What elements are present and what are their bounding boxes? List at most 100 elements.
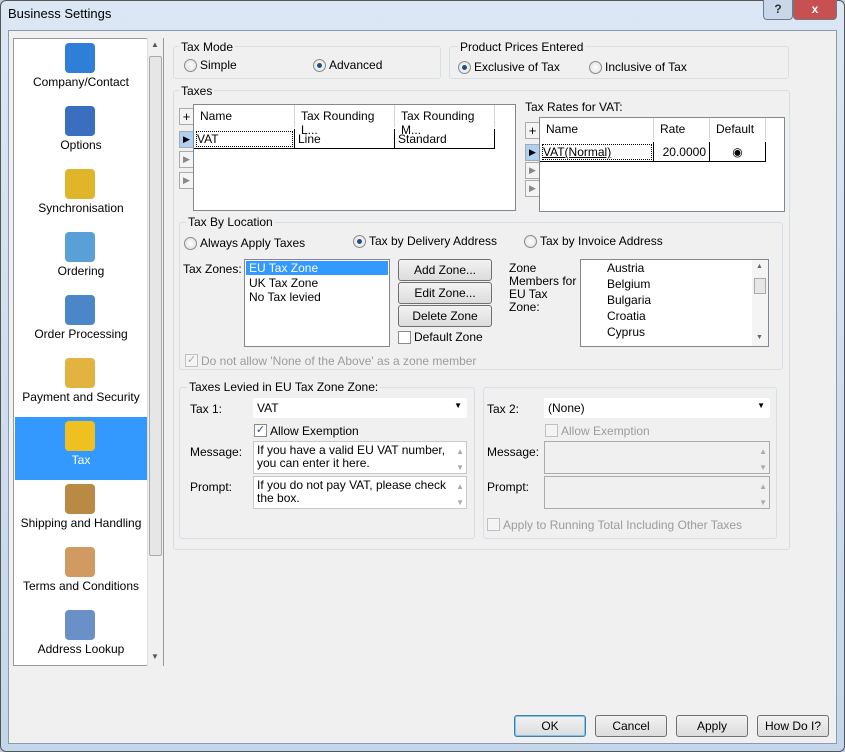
sidebar-item-label: Synchronisation	[38, 201, 124, 215]
allow-exemption2-checkbox[interactable]	[545, 424, 558, 437]
zone-item[interactable]: UK Tax Zone	[245, 276, 389, 290]
rate-name-cell[interactable]: VAT(Normal)	[540, 142, 654, 162]
add-rate-button[interactable]: +	[525, 122, 540, 139]
sidebar-item-ordering[interactable]: Ordering	[15, 228, 147, 291]
last-row-icon[interactable]: ▶	[179, 172, 194, 189]
tax-rounding-method-cell[interactable]: Standard	[395, 129, 495, 149]
scroll-thumb[interactable]	[149, 56, 162, 556]
cancel-button[interactable]: Cancel	[595, 715, 667, 737]
message2-textarea[interactable]: ▲ ▼	[544, 441, 770, 474]
how-do-i-button[interactable]: How Do I?	[757, 715, 829, 737]
sidebar-scrollbar[interactable]: ▲ ▼	[147, 38, 163, 666]
sidebar-item-options[interactable]: Options	[15, 102, 147, 165]
exclusive-radio[interactable]	[458, 61, 471, 74]
sidebar-item-shipping-and-handling[interactable]: Shipping and Handling	[15, 480, 147, 543]
tax2-select[interactable]: (None) ▼	[544, 398, 770, 418]
zone-member-item[interactable]: Croatia	[607, 308, 768, 324]
column-header[interactable]: Default	[710, 118, 766, 140]
column-header[interactable]: Rate	[654, 118, 710, 140]
prompt-label: Prompt:	[190, 480, 233, 494]
add-tax-button[interactable]: +	[179, 108, 194, 125]
sidebar-item-address-lookup[interactable]: Address Lookup	[15, 606, 147, 669]
database-sync-icon	[65, 169, 95, 199]
advanced-label: Advanced	[329, 58, 383, 72]
tax1-label: Tax 1:	[190, 402, 223, 416]
rates-grid: Name Rate Default VAT(Normal) 20.0000 ◉	[539, 117, 785, 212]
scroll-up-icon[interactable]: ▲	[151, 40, 159, 49]
zone-member-item[interactable]: Bulgaria	[607, 292, 768, 308]
message2-label: Message:	[487, 445, 540, 459]
running-total-label: Apply to Running Total Including Other T…	[503, 518, 743, 532]
ok-button[interactable]: OK	[514, 715, 586, 737]
delivery-address-label: Tax by Delivery Address	[369, 234, 498, 248]
allow-exemption-checkbox[interactable]: ✓	[254, 424, 267, 437]
column-header[interactable]: Tax Rounding M...	[395, 105, 495, 137]
zone-member-item[interactable]: Austria	[607, 260, 768, 276]
sidebar-item-order-processing[interactable]: Order Processing	[15, 291, 147, 354]
tax-zones-list[interactable]: EU Tax Zone UK Tax Zone No Tax levied	[244, 259, 390, 347]
tax2-label: Tax 2:	[487, 402, 520, 416]
message-textarea[interactable]: If you have a valid EU VAT number, you c…	[253, 441, 467, 474]
inclusive-radio[interactable]	[589, 61, 602, 74]
tax-name-cell[interactable]: VAT	[194, 129, 295, 149]
prompt2-textarea[interactable]: ▲ ▼	[544, 476, 770, 509]
zone-member-item[interactable]: Cyprus	[607, 324, 768, 340]
delete-zone-button[interactable]: Delete Zone	[398, 305, 492, 327]
sidebar-item-tax[interactable]: Tax	[15, 417, 147, 480]
package-icon	[65, 484, 95, 514]
invoice-address-radio[interactable]	[524, 235, 537, 248]
prices-label: Product Prices Entered	[458, 40, 586, 54]
zone-member-item[interactable]: Belgium	[607, 276, 768, 292]
current-rate-icon[interactable]: ▶	[525, 144, 540, 161]
scroll-down-icon[interactable]: ▼	[151, 652, 159, 661]
building-icon	[65, 43, 95, 73]
tax1-select[interactable]: VAT ▼	[253, 398, 467, 418]
allow-exemption-label: Allow Exemption	[270, 424, 359, 438]
sidebar-item-label: Address Lookup	[37, 642, 125, 656]
levied-label: Taxes Levied in EU Tax Zone Zone:	[187, 380, 381, 394]
next-rate-icon[interactable]: ▶	[525, 162, 540, 179]
help-button[interactable]: ?	[763, 0, 793, 20]
last-rate-icon[interactable]: ▶	[525, 180, 540, 197]
members-scrollbar[interactable]: ▲ ▼	[752, 260, 768, 346]
next-row-icon[interactable]: ▶	[179, 151, 194, 168]
sidebar-item-payment-and-security[interactable]: Payment and Security	[15, 354, 147, 417]
shopping-cart-icon	[65, 232, 95, 262]
column-header[interactable]: Name	[194, 105, 295, 127]
simple-radio[interactable]	[184, 59, 197, 72]
zone-item[interactable]: No Tax levied	[245, 290, 389, 304]
close-button[interactable]: x	[793, 0, 837, 20]
add-zone-button[interactable]: Add Zone...	[398, 259, 492, 281]
delivery-address-radio[interactable]	[353, 235, 366, 248]
dropdown-arrow-icon: ▼	[454, 401, 462, 410]
apply-button[interactable]: Apply	[676, 715, 748, 737]
always-apply-radio[interactable]	[184, 237, 197, 250]
sidebar-item-label: Order Processing	[34, 327, 128, 341]
column-header[interactable]: Tax Rounding L...	[295, 105, 395, 137]
advanced-radio[interactable]	[313, 59, 326, 72]
sidebar-item-terms-and-conditions[interactable]: Terms and Conditions	[15, 543, 147, 606]
current-row-icon[interactable]: ▶	[179, 131, 194, 148]
sidebar-item-synchronisation[interactable]: Synchronisation	[15, 165, 147, 228]
zone-members-tree[interactable]: Austria Belgium Bulgaria Croatia Cyprus ▲ ▼	[580, 259, 769, 347]
tax-rates-label: Tax Rates for VAT:	[525, 100, 623, 114]
sidebar-item-label: Options	[60, 138, 102, 152]
zone-item[interactable]: EU Tax Zone	[246, 261, 388, 275]
sidebar-item-label: Terms and Conditions	[22, 579, 140, 593]
none-above-checkbox[interactable]: ✓	[185, 354, 198, 367]
prompt-textarea[interactable]: If you do not pay VAT, please check the …	[253, 476, 467, 509]
default-zone-checkbox[interactable]	[398, 331, 411, 344]
default-rate-cell[interactable]: ◉	[710, 142, 766, 162]
tax-zones-label: Tax Zones:	[183, 262, 242, 276]
tax-rounding-level-cell[interactable]: Line	[295, 129, 395, 149]
default-radio-icon[interactable]: ◉	[732, 145, 742, 159]
sidebar-item-company-contact[interactable]: Company/Contact	[15, 39, 147, 102]
taxes-label: Taxes	[179, 84, 215, 98]
rate-value-cell[interactable]: 20.0000	[654, 142, 710, 162]
running-total-checkbox[interactable]	[487, 518, 500, 531]
sidebar: Company/Contact Options Synchronisation Ord…	[13, 38, 164, 666]
column-header[interactable]: Name	[540, 118, 654, 140]
dropdown-arrow-icon: ▼	[757, 401, 765, 410]
form-icon	[65, 295, 95, 325]
edit-zone-button[interactable]: Edit Zone...	[398, 282, 492, 304]
